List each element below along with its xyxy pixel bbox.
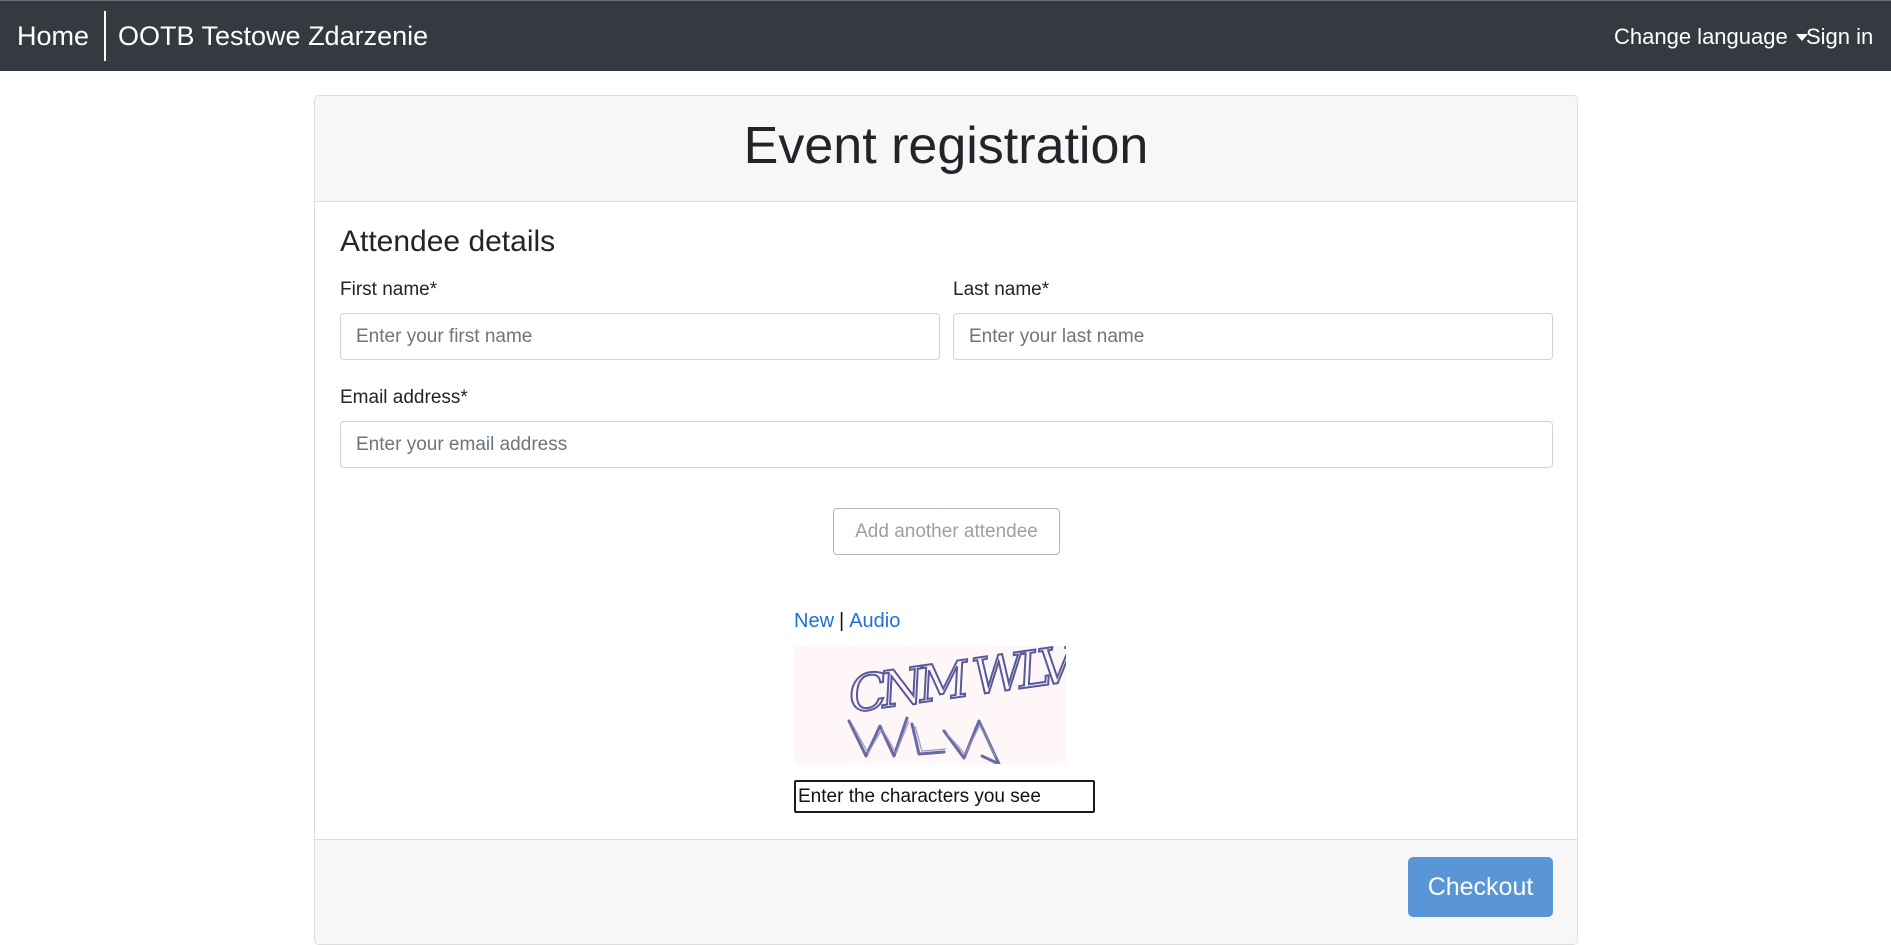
top-navbar: Home OOTB Testowe Zdarzenie Change langu…: [0, 0, 1891, 71]
captcha-glyphs: CNM WLV: [844, 633, 1084, 766]
captcha-new-link[interactable]: New: [794, 610, 834, 632]
svg-text:CNM WLV: CNM WLV: [845, 646, 1066, 724]
card-header: Event registration: [315, 96, 1577, 202]
page-title: Event registration: [743, 117, 1149, 175]
captcha-input[interactable]: [794, 780, 1095, 813]
navbar-divider: [104, 11, 106, 61]
add-another-attendee-button[interactable]: Add another attendee: [833, 508, 1060, 555]
event-name: OOTB Testowe Zdarzenie: [118, 21, 429, 51]
change-language-dropdown[interactable]: Change language: [1614, 23, 1808, 51]
captcha-link-separator: |: [839, 610, 845, 632]
captcha-links: New | Audio: [794, 608, 900, 634]
home-link[interactable]: Home: [17, 20, 89, 52]
email-label: Email address*: [340, 387, 468, 408]
attendee-details-heading: Attendee details: [340, 225, 556, 258]
captcha-audio-link[interactable]: Audio: [849, 610, 900, 632]
captcha-image: CNM WLV: [794, 633, 1084, 766]
first-name-label: First name*: [340, 279, 438, 300]
registration-card: Event registration Attendee details Firs…: [314, 95, 1578, 945]
checkout-button[interactable]: Checkout: [1408, 857, 1553, 917]
last-name-label: Last name*: [953, 279, 1050, 300]
last-name-input[interactable]: [953, 313, 1553, 360]
email-input[interactable]: [340, 421, 1553, 468]
first-name-input[interactable]: [340, 313, 940, 360]
sign-in-link[interactable]: Sign in: [1806, 23, 1873, 51]
change-language-label: Change language: [1614, 24, 1788, 49]
card-footer: Checkout: [315, 839, 1577, 944]
